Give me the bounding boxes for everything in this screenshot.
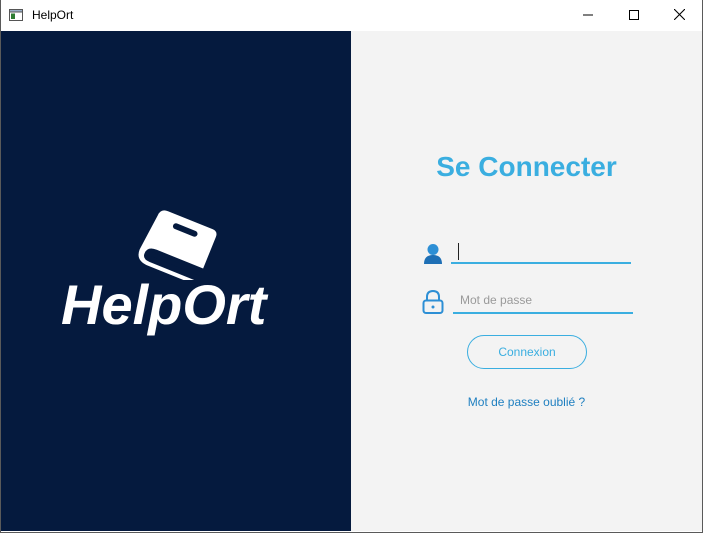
brand-logo-text: HelpOrt bbox=[61, 273, 267, 336]
user-icon bbox=[423, 243, 443, 265]
minimize-icon bbox=[583, 7, 593, 25]
login-panel: Se Connecter Connexion Mot de passe oubl… bbox=[351, 31, 702, 531]
brand-panel: HelpOrt bbox=[1, 31, 351, 531]
book-icon bbox=[135, 206, 225, 286]
minimize-button[interactable] bbox=[565, 0, 611, 31]
app-window: HelpOrt HelpOrt Se Connecter Connexion M… bbox=[0, 0, 703, 533]
close-button[interactable] bbox=[656, 0, 702, 31]
maximize-button[interactable] bbox=[611, 0, 657, 31]
maximize-icon bbox=[629, 7, 639, 25]
app-window-icon bbox=[9, 8, 23, 21]
close-icon bbox=[673, 7, 685, 25]
title-bar[interactable]: HelpOrt bbox=[1, 0, 702, 31]
password-input[interactable] bbox=[453, 288, 633, 314]
lock-icon bbox=[422, 289, 444, 314]
login-heading: Se Connecter bbox=[436, 151, 617, 182]
forgot-password-link[interactable]: Mot de passe oublié ? bbox=[351, 395, 702, 409]
window-title: HelpOrt bbox=[32, 8, 74, 22]
login-button[interactable]: Connexion bbox=[467, 335, 587, 369]
text-cursor bbox=[458, 243, 459, 260]
username-input[interactable] bbox=[451, 238, 631, 264]
